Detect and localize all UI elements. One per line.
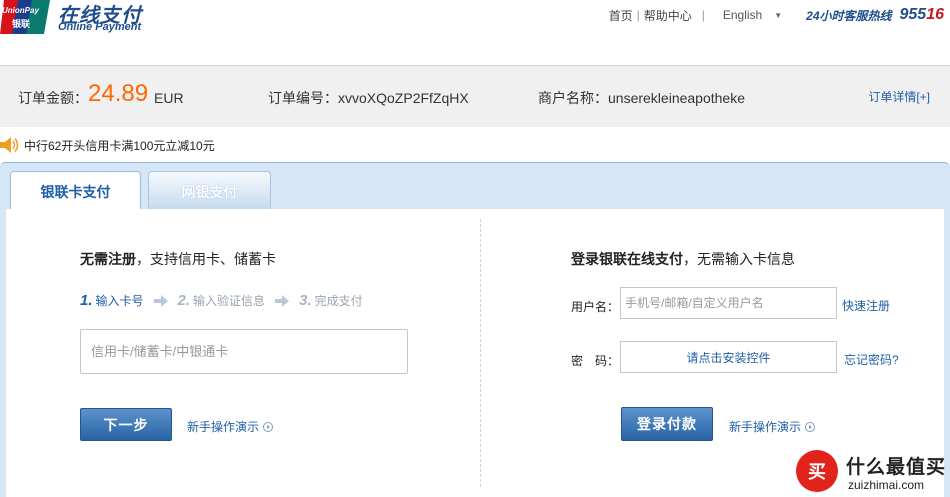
header: UnionPay 银联 在线支付 Online Payment 首页 | 帮助中…	[0, 0, 950, 46]
amount-label: 订单金额：	[18, 90, 88, 106]
tab-online-banking[interactable]: 网银支付	[148, 171, 271, 211]
card-pay-title-bold: 无需注册	[80, 251, 136, 267]
arrow-right-icon	[153, 294, 168, 307]
step-label: 完成支付	[314, 294, 363, 308]
watermark-badge: 买	[796, 450, 838, 492]
demo-link-login[interactable]: 新手操作演示	[729, 418, 816, 435]
forgot-password-link[interactable]: 忘记密码?	[844, 351, 899, 368]
logo-subtitle: Online Payment	[58, 21, 142, 33]
order-detail-link[interactable]: 订单详情[+]	[868, 88, 930, 105]
login-pay-title: 登录银联在线支付，无需输入卡信息	[571, 249, 795, 269]
nav-separator: |	[701, 8, 705, 22]
password-label: 密 码：	[571, 354, 620, 368]
chevron-down-icon: ▼	[774, 10, 783, 20]
home-link[interactable]: 首页	[609, 7, 633, 24]
username-input[interactable]	[620, 287, 837, 319]
hotline-number: 95516	[900, 6, 945, 24]
play-circle-icon	[805, 421, 816, 432]
language-select[interactable]: English ▼	[723, 8, 782, 22]
amount-value: 24.89	[88, 80, 149, 107]
step-number: 3.	[299, 292, 312, 309]
payment-panel: 银联卡支付 网银支付 无需注册，支持信用卡、储蓄卡 1. 输入卡号 2. 输入验…	[0, 162, 950, 497]
watermark-domain: zuizhimai.com	[848, 478, 925, 492]
login-pay-title-bold: 登录银联在线支付	[571, 251, 683, 267]
hotline-number-part: 16	[926, 6, 944, 23]
merchant-name: 商户名称：unserekleineapotheke	[538, 90, 745, 106]
demo-link-text: 新手操作演示	[187, 420, 260, 434]
column-divider	[480, 219, 481, 487]
card-number-input[interactable]	[80, 329, 408, 374]
step-label: 输入卡号	[95, 294, 144, 308]
play-circle-icon	[263, 421, 274, 432]
step-number: 1.	[80, 292, 93, 309]
password-install-control[interactable]: 请点击安装控件	[620, 341, 837, 373]
currency: EUR	[154, 90, 184, 106]
quick-register-link[interactable]: 快速注册	[842, 297, 890, 314]
step-indicator: 1. 输入卡号 2. 输入验证信息 3. 完成支付	[80, 292, 363, 309]
demo-link-card[interactable]: 新手操作演示	[187, 418, 274, 435]
order-summary-bar: 订单金额： 24.89 EUR 订单编号：xvvoXQoZP2FfZqHX 商户…	[0, 65, 950, 127]
hotline-label: 24小时客服热线	[806, 8, 892, 23]
watermark-text: 什么最值买	[846, 457, 947, 478]
login-pay-button[interactable]: 登录付款	[621, 407, 713, 441]
card-pay-title: 无需注册，支持信用卡、储蓄卡	[80, 249, 276, 269]
login-pay-title-rest: ，无需输入卡信息	[683, 251, 795, 267]
username-label: 用户名：	[571, 300, 620, 314]
order-number: 订单编号：xvvoXQoZP2FfZqHX	[268, 90, 469, 106]
svg-text:银联: 银联	[12, 18, 31, 30]
promo-text: 中行62开头信用卡满100元立减10元	[24, 138, 215, 153]
speaker-icon	[0, 137, 19, 153]
top-nav: 首页 | 帮助中心 | English ▼ 24小时客服热线 95516	[609, 0, 950, 30]
demo-link-text: 新手操作演示	[729, 420, 802, 434]
step-label: 输入验证信息	[193, 294, 266, 308]
arrow-right-icon	[275, 294, 290, 307]
watermark: 买 什么最值买 zuizhimai.com	[796, 448, 950, 497]
promo-banner[interactable]: 中行62开头信用卡满100元立减10元	[0, 136, 215, 154]
help-link[interactable]: 帮助中心	[644, 7, 692, 24]
card-pay-title-rest: ，支持信用卡、储蓄卡	[136, 251, 276, 267]
unionpay-logo-icon: UnionPay 银联	[0, 0, 50, 34]
nav-separator: |	[636, 8, 640, 22]
tab-unionpay-card[interactable]: 银联卡支付	[10, 171, 141, 212]
svg-text:UnionPay: UnionPay	[2, 6, 39, 15]
language-label: English	[722, 8, 763, 22]
step-number: 2.	[177, 292, 191, 309]
next-step-button[interactable]: 下一步	[80, 408, 172, 441]
hotline-number-part: 955	[899, 6, 927, 23]
